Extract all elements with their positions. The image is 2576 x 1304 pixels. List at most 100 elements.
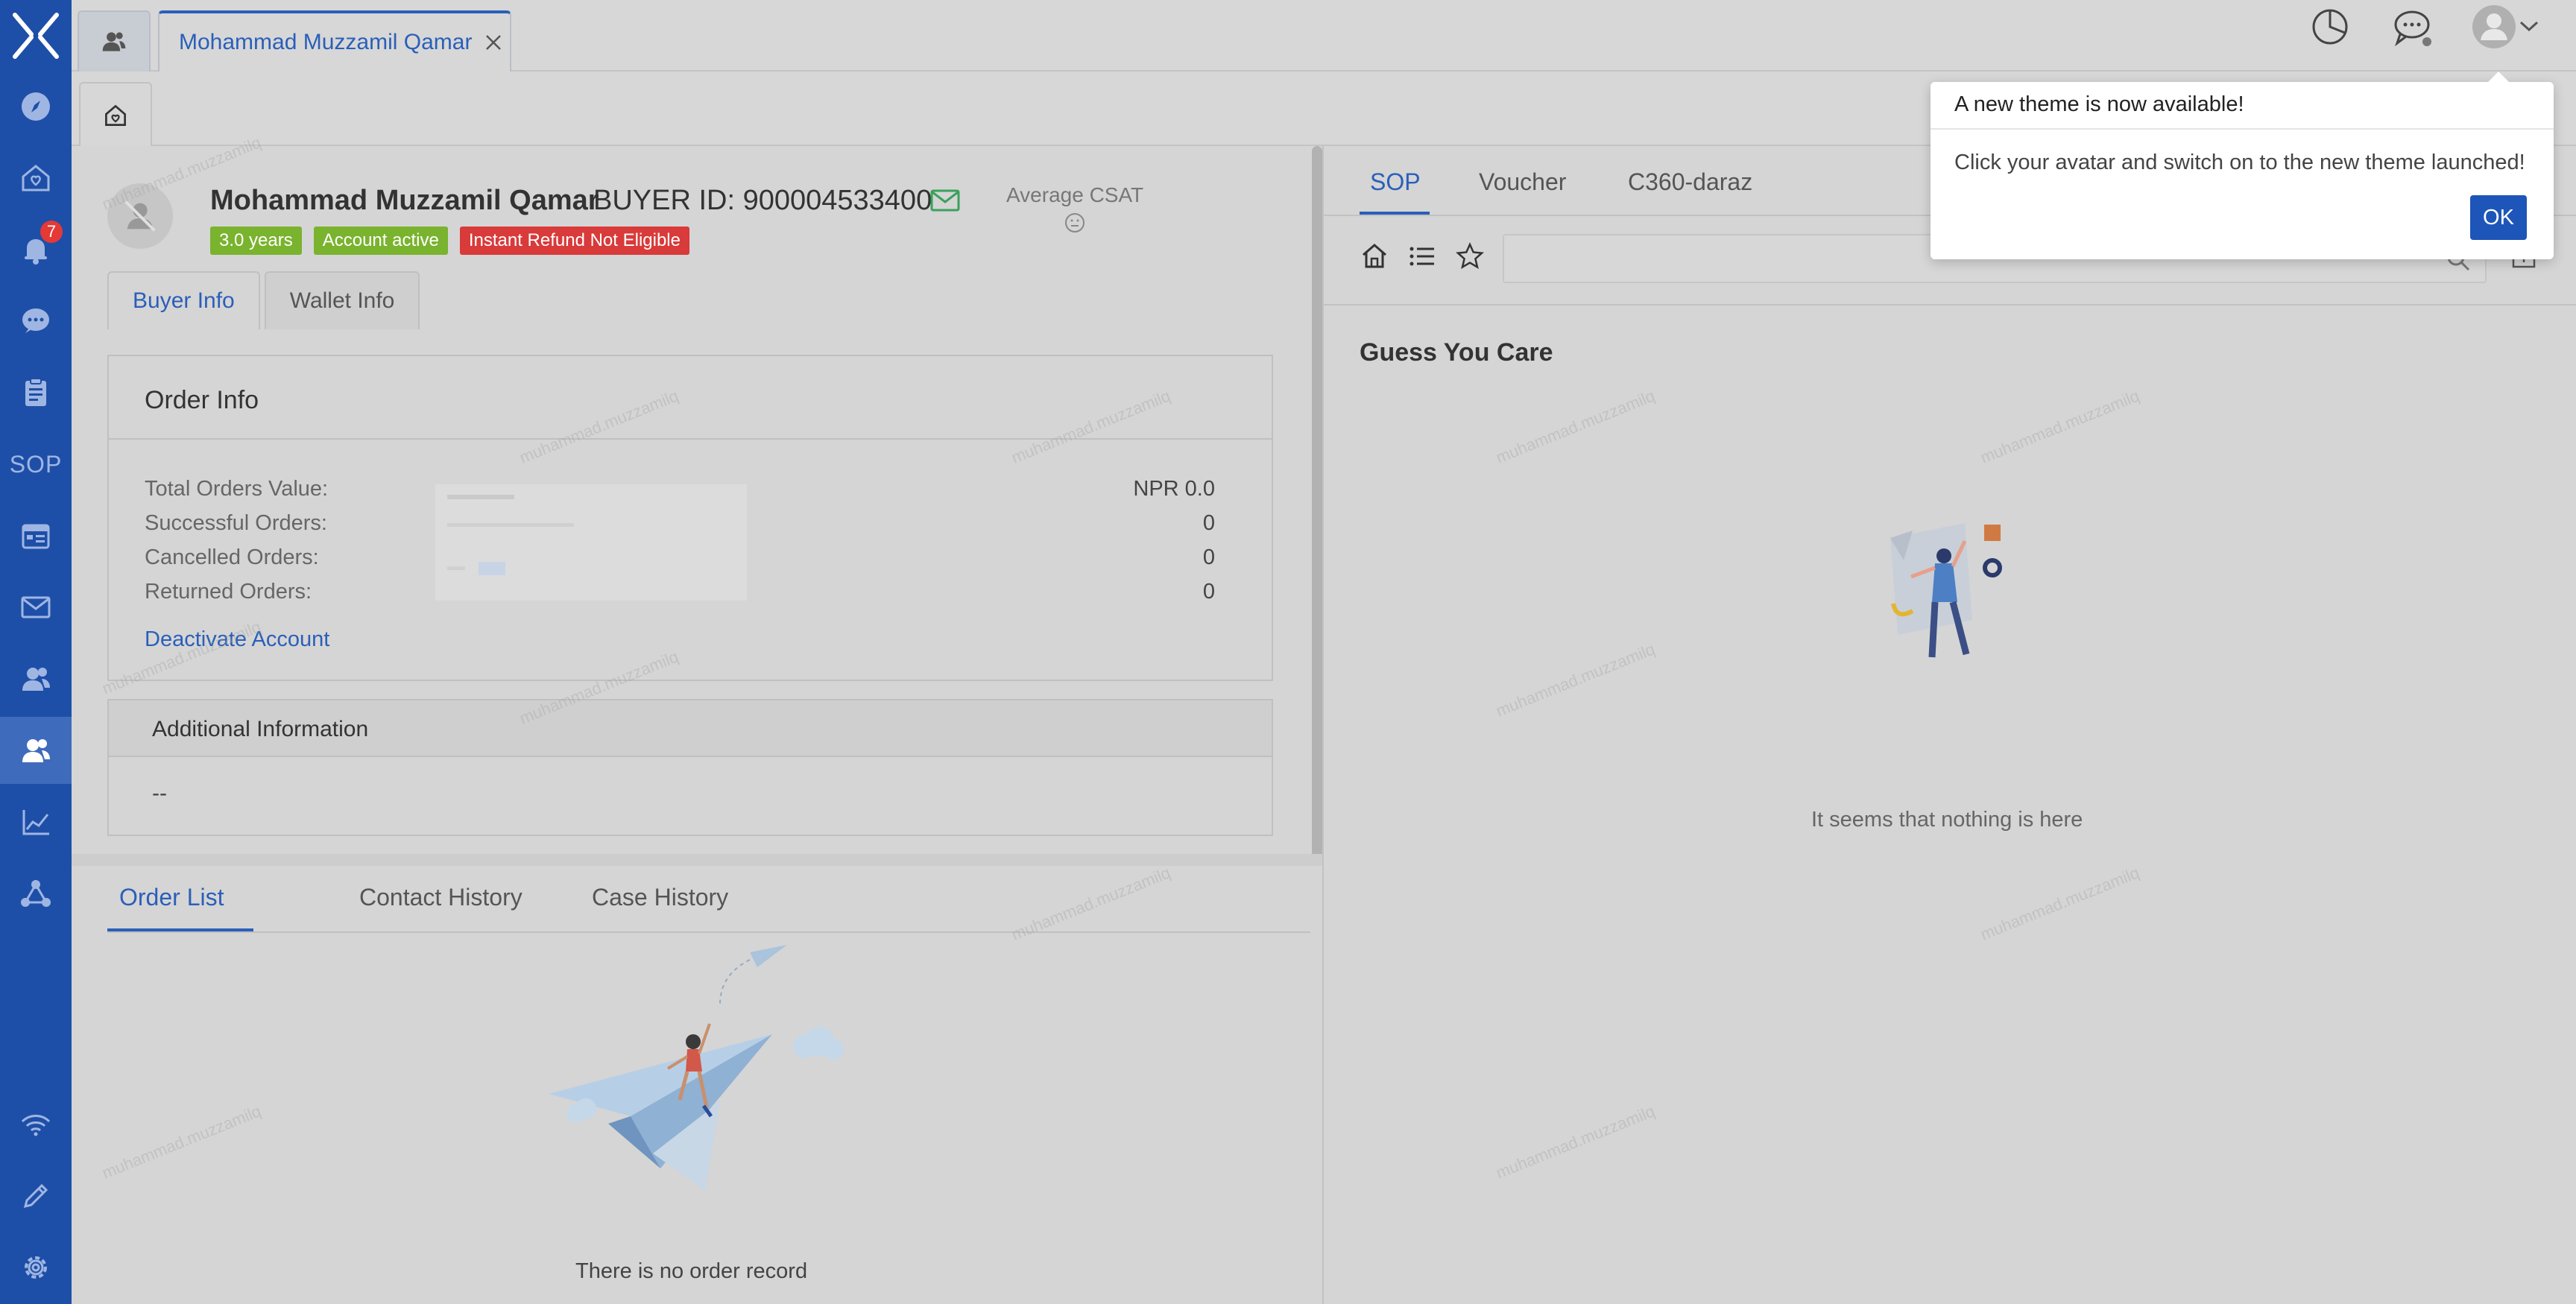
csat-label: Average CSAT: [1006, 183, 1144, 206]
empty-state-illustration: [1890, 523, 2002, 658]
tab-voucher[interactable]: Voucher: [1479, 168, 1566, 196]
customer-name: Mohammad Muzzamil Qamar: [210, 185, 599, 216]
sidebar-item-contacts[interactable]: [0, 645, 72, 712]
tab-c360-daraz[interactable]: C360-daraz: [1628, 168, 1752, 196]
knowledge-panel: SOP Voucher C360-daraz Guess You Care It…: [1324, 146, 2576, 1304]
order-info-title: Order Info: [109, 356, 1272, 440]
tab-customer-profile[interactable]: Mohammad Muzzamil Qamar: [158, 10, 511, 72]
sidebar-item-mail[interactable]: [0, 574, 72, 641]
sidebar-item-customer[interactable]: [0, 717, 72, 784]
info-tabs: Buyer Info Wallet Info: [107, 271, 420, 329]
sidebar-item-chat[interactable]: [0, 288, 72, 355]
sidebar-item-connection[interactable]: [0, 1091, 72, 1158]
active-tab-indicator: [1360, 212, 1430, 215]
sidebar-item-calendar[interactable]: [0, 502, 72, 569]
customer-avatar: [107, 183, 173, 249]
sidebar-item-edit[interactable]: [0, 1162, 72, 1229]
theme-notification-popup: A new theme is now available! Click your…: [1931, 72, 2554, 259]
additional-info-title: Additional Information: [109, 700, 1272, 757]
pie-chart-icon[interactable]: [2308, 4, 2352, 49]
clipboard-icon: [25, 378, 46, 406]
tab-label: Mohammad Muzzamil Qamar: [179, 30, 473, 54]
sidebar-item-sop[interactable]: SOP: [0, 431, 72, 498]
message-icon[interactable]: [2390, 4, 2434, 49]
star-icon[interactable]: [1455, 241, 1485, 271]
status-badge-tenure: 3.0 years: [210, 227, 302, 255]
sidebar: 7 SOP: [0, 0, 72, 1304]
history-tabs: Order List Contact History Case History: [107, 873, 1310, 933]
sidebar-item-tasks[interactable]: [0, 359, 72, 426]
active-tab-indicator: [107, 928, 253, 931]
compass-icon: [22, 92, 50, 121]
status-badge-account: Account active: [313, 227, 448, 255]
buyer-id: BUYER ID: 900004533400: [593, 185, 932, 216]
calendar-icon: [22, 524, 50, 549]
list-icon[interactable]: [1407, 241, 1437, 271]
faded-thumbnail: [435, 484, 747, 601]
additional-info-value: --: [152, 781, 167, 805]
tab-case-history[interactable]: Case History: [592, 884, 728, 911]
sidebar-item-home[interactable]: [0, 145, 72, 212]
users-icon: [102, 32, 126, 51]
cancelled-orders-label: Cancelled Orders:: [145, 545, 319, 569]
total-orders-value: NPR 0.0: [1133, 477, 1215, 501]
network-icon: [21, 880, 51, 907]
sop-icon: SOP: [9, 450, 63, 478]
sidebar-item-network[interactable]: [0, 860, 72, 927]
close-icon[interactable]: [484, 33, 503, 52]
wifi-icon: [21, 1115, 51, 1136]
paper-plane-illustration: [549, 945, 844, 1191]
popup-message: Click your avatar and switch on to the n…: [1954, 151, 2525, 174]
guess-you-care-title: Guess You Care: [1360, 338, 1553, 367]
user-icon: [22, 739, 50, 762]
tab-customer-list[interactable]: [78, 10, 151, 72]
home-icon: [105, 104, 126, 126]
sidebar-item-analytics[interactable]: [0, 788, 72, 855]
gear-icon: [25, 1256, 47, 1279]
mail-icon[interactable]: [930, 189, 960, 212]
returned-orders-label: Returned Orders:: [145, 580, 312, 604]
tab-sop[interactable]: SOP: [1370, 168, 1421, 196]
empty-state-text: It seems that nothing is here: [1811, 808, 2083, 832]
additional-info-card: Additional Information --: [107, 699, 1273, 836]
scrollbar[interactable]: [1312, 146, 1322, 860]
tab-order-list[interactable]: Order List: [119, 884, 224, 911]
thumbnail-image: [447, 495, 574, 575]
total-orders-label: Total Orders Value:: [145, 477, 329, 501]
returned-orders-value: 0: [1202, 580, 1215, 604]
avatar[interactable]: [2472, 4, 2516, 49]
sidebar-item-settings[interactable]: [0, 1234, 72, 1301]
successful-orders-value: 0: [1202, 511, 1215, 535]
sidebar-item-notifications[interactable]: 7: [0, 216, 72, 283]
sidebar-item-explore[interactable]: [0, 73, 72, 140]
ok-button[interactable]: OK: [2470, 195, 2527, 240]
home-tab[interactable]: [79, 82, 152, 148]
popup-title: A new theme is now available!: [1954, 92, 2244, 116]
user-blocked-icon: [124, 200, 156, 232]
neutral-face-icon: [1065, 213, 1085, 232]
order-info-card: Order Info Total Orders Value: NPR 0.0 S…: [107, 355, 1273, 681]
users-icon: [22, 668, 50, 691]
logo-icon[interactable]: [9, 9, 63, 63]
chart-icon: [22, 810, 49, 835]
panel-divider[interactable]: [72, 854, 1324, 866]
csat-block: Average CSAT: [1006, 183, 1143, 239]
top-bar: Mohammad Muzzamil Qamar: [72, 0, 2576, 72]
tab-contact-history[interactable]: Contact History: [359, 884, 523, 911]
tab-buyer-info[interactable]: Buyer Info: [107, 271, 260, 329]
popup-divider: [1931, 128, 2554, 130]
successful-orders-label: Successful Orders:: [145, 511, 327, 535]
empty-state-text: There is no order record: [575, 1259, 808, 1283]
chat-icon: [22, 308, 49, 333]
customer-panel: Mohammad Muzzamil Qamar BUYER ID: 900004…: [72, 146, 1324, 1304]
chevron-down-icon[interactable]: [2518, 4, 2540, 49]
home-icon[interactable]: [1360, 241, 1389, 271]
deactivate-account-link[interactable]: Deactivate Account: [145, 627, 329, 652]
tab-wallet-info[interactable]: Wallet Info: [264, 271, 420, 329]
notification-badge: 7: [40, 221, 63, 243]
cancelled-orders-value: 0: [1202, 545, 1215, 569]
pen-icon: [23, 1183, 48, 1209]
status-badge-refund: Instant Refund Not Eligible: [459, 227, 689, 255]
status-badges: 3.0 years Account active Instant Refund …: [210, 227, 689, 255]
home-icon: [22, 165, 50, 192]
